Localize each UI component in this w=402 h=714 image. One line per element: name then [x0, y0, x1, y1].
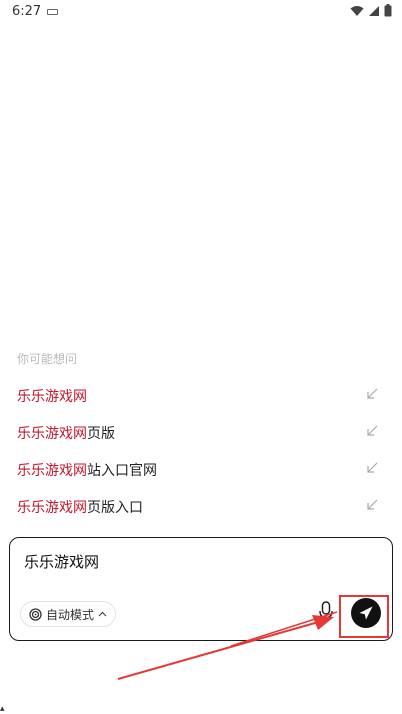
keyboard-icon [47, 9, 58, 15]
fill-arrow-icon[interactable] [366, 388, 378, 400]
search-input[interactable]: 乐乐游戏网 [24, 551, 99, 572]
suggestion-text: 乐乐游戏网页版 [17, 426, 115, 442]
microphone-icon[interactable] [318, 600, 334, 624]
corner-mark: ▴ [0, 704, 5, 714]
suggestion-item[interactable]: 乐乐游戏网页版入口 [0, 488, 402, 524]
wifi-icon [350, 5, 364, 16]
status-time: 6:27 [12, 4, 42, 19]
suggestions-header: 你可能想问 [17, 352, 78, 366]
signal-icon [369, 5, 379, 16]
suggestion-text: 乐乐游戏网页版入口 [17, 500, 143, 516]
mode-selector[interactable]: 自动模式 [20, 601, 117, 627]
suggestion-item[interactable]: 乐乐游戏网站入口官网 [0, 451, 402, 487]
target-icon [29, 607, 42, 621]
suggestion-text: 乐乐游戏网 [17, 389, 87, 405]
fill-arrow-icon[interactable] [366, 499, 378, 511]
suggestion-text: 乐乐游戏网站入口官网 [17, 463, 157, 479]
annotation-highlight-box [339, 595, 389, 638]
battery-icon [384, 4, 392, 17]
mode-label: 自动模式 [46, 607, 95, 622]
suggestion-item[interactable]: 乐乐游戏网页版 [0, 414, 402, 450]
status-bar: 6:27 [0, 0, 402, 24]
fill-arrow-icon[interactable] [366, 425, 378, 437]
chevron-up-icon [98, 611, 107, 617]
suggestion-item[interactable]: 乐乐游戏网 [0, 377, 402, 413]
fill-arrow-icon[interactable] [366, 462, 378, 474]
search-input-box[interactable]: 乐乐游戏网 自动模式 [9, 537, 393, 641]
status-icons [350, 4, 392, 17]
